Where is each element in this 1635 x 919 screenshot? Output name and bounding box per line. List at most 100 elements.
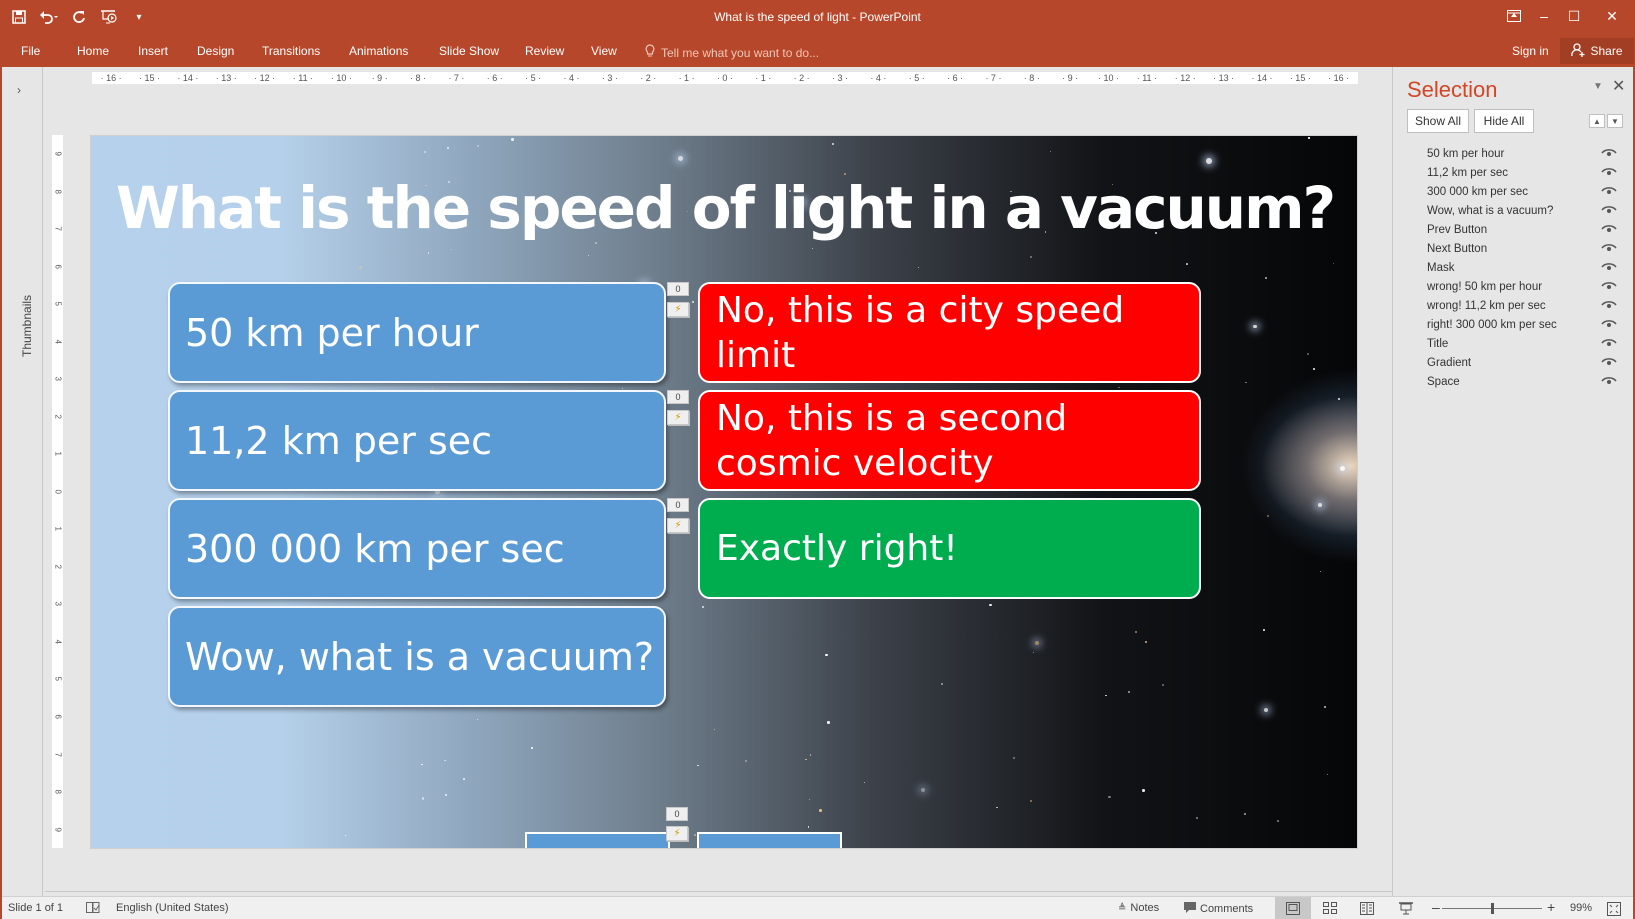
tab-home[interactable]: Home [77, 41, 109, 61]
ruler-tick-label: 6 [53, 714, 62, 719]
trigger-icon[interactable]: ⚡ [667, 518, 689, 533]
selection-list: 50 km per hour 11,2 km per sec 300 000 km … [1393, 144, 1633, 391]
fit-slide-icon[interactable] [1607, 902, 1621, 916]
visibility-eye-icon[interactable] [1601, 279, 1617, 291]
visibility-eye-icon[interactable] [1601, 374, 1617, 386]
selection-list-item[interactable]: wrong! 50 km per hour [1393, 277, 1633, 296]
selection-list-item[interactable]: 300 000 km per sec [1393, 182, 1633, 201]
close-pane-icon[interactable]: ✕ [1612, 76, 1625, 96]
bring-forward-button[interactable]: ▲ [1589, 114, 1605, 128]
reading-view-button[interactable] [1349, 897, 1385, 919]
tab-file[interactable]: File [21, 41, 40, 61]
animation-order-tag[interactable]: 0 [667, 282, 689, 296]
zoom-out-button[interactable]: – [1432, 899, 1440, 915]
visibility-eye-icon[interactable] [1601, 203, 1617, 215]
visibility-eye-icon[interactable] [1601, 336, 1617, 348]
star-decoration [692, 301, 694, 304]
zoom-in-button[interactable]: + [1547, 899, 1555, 915]
spelling-check-icon[interactable] [86, 902, 100, 914]
answer-button-2[interactable]: 11,2 km per sec [168, 390, 666, 491]
send-backward-button[interactable]: ▼ [1607, 114, 1623, 128]
star-decoration [812, 247, 814, 250]
normal-view-button[interactable] [1275, 897, 1311, 919]
selection-list-item[interactable]: Mask [1393, 258, 1633, 277]
selection-list-item[interactable]: wrong! 11,2 km per sec [1393, 296, 1633, 315]
animation-order-tag[interactable]: 0 [666, 807, 688, 821]
slide-show-view-button[interactable] [1388, 897, 1424, 919]
notes-divider[interactable] [45, 891, 1392, 892]
tab-slide-show[interactable]: Slide Show [439, 41, 499, 61]
visibility-eye-icon[interactable] [1601, 298, 1617, 310]
selection-list-item[interactable]: Wow, what is a vacuum? [1393, 201, 1633, 220]
visibility-eye-icon[interactable] [1601, 260, 1617, 272]
tab-design[interactable]: Design [197, 41, 234, 61]
close-button[interactable]: ✕ [1589, 0, 1635, 32]
slide-counter[interactable]: Slide 1 of 1 [8, 902, 63, 914]
slide-sorter-view-button[interactable] [1312, 897, 1348, 919]
answer-button-1[interactable]: 50 km per hour [168, 282, 666, 383]
animation-order-tag[interactable]: 0 [667, 390, 689, 404]
star-decoration [1317, 503, 1322, 508]
zoom-slider-thumb[interactable] [1490, 903, 1494, 914]
zoom-slider[interactable] [1442, 903, 1542, 914]
ruler-tick-label: · 4 · [870, 73, 887, 83]
tab-animations[interactable]: Animations [349, 41, 408, 61]
star-decoration [1033, 651, 1035, 654]
trigger-icon[interactable]: ⚡ [666, 826, 688, 841]
share-button[interactable]: Share [1560, 38, 1634, 64]
trigger-icon[interactable]: ⚡ [667, 410, 689, 425]
show-all-button[interactable]: Show All [1407, 109, 1469, 133]
maximize-button[interactable]: ☐ [1559, 0, 1589, 32]
tab-view[interactable]: View [591, 41, 617, 61]
star-decoration [1162, 684, 1164, 686]
feedback-right[interactable]: Exactly right! [698, 498, 1201, 599]
pane-options-icon[interactable]: ▼ [1593, 81, 1603, 92]
slide-canvas[interactable]: What is the speed of light in a vacuum? … [90, 135, 1358, 849]
tab-insert[interactable]: Insert [138, 41, 168, 61]
selection-list-item[interactable]: Space [1393, 372, 1633, 391]
thumbnails-pane-collapsed[interactable]: › Thumbnails [2, 67, 43, 896]
selection-list-item[interactable]: right! 300 000 km per sec [1393, 315, 1633, 334]
visibility-eye-icon[interactable] [1601, 355, 1617, 367]
selection-list-item[interactable]: Next Button [1393, 239, 1633, 258]
selection-list-item[interactable]: Prev Button [1393, 220, 1633, 239]
answer-button-4[interactable]: Wow, what is a vacuum? [168, 606, 666, 707]
feedback-wrong-1[interactable]: No, this is a city speed limit [698, 282, 1201, 383]
selection-list-item[interactable]: Gradient [1393, 353, 1633, 372]
selection-list-item[interactable]: 50 km per hour [1393, 144, 1633, 163]
tell-me-search[interactable]: Tell me what you want to do... [645, 44, 819, 61]
selection-item-name: 50 km per hour [1427, 147, 1505, 160]
prev-button[interactable]: << PREV [525, 832, 670, 848]
visibility-eye-icon[interactable] [1601, 146, 1617, 158]
notes-button[interactable]: ≜ Notes [1118, 902, 1159, 914]
tab-review[interactable]: Review [525, 41, 564, 61]
tab-transitions[interactable]: Transitions [262, 41, 320, 61]
animation-order-tag[interactable]: 0 [667, 498, 689, 512]
zoom-level[interactable]: 99% [1570, 902, 1592, 914]
visibility-eye-icon[interactable] [1601, 241, 1617, 253]
feedback-wrong-2[interactable]: No, this is a second cosmic velocity [698, 390, 1201, 491]
thumbnails-label: Thumbnails [20, 294, 34, 357]
slide-title[interactable]: What is the speed of light in a vacuum? [91, 174, 1357, 242]
hide-all-button[interactable]: Hide All [1474, 109, 1534, 133]
star-decoration [1308, 137, 1310, 139]
comments-button[interactable]: Comments [1184, 902, 1253, 916]
star-decoration [809, 754, 812, 756]
selection-list-item[interactable]: 11,2 km per sec [1393, 163, 1633, 182]
trigger-icon[interactable]: ⚡ [667, 302, 689, 317]
minimize-button[interactable]: – [1529, 0, 1559, 32]
answer-button-3[interactable]: 300 000 km per sec [168, 498, 666, 599]
ruler-tick-label: · 16 · [1328, 73, 1350, 83]
selection-list-item[interactable]: Title [1393, 334, 1633, 353]
language-indicator[interactable]: English (United States) [116, 902, 229, 914]
share-label: Share [1590, 44, 1623, 58]
ribbon-display-options-icon[interactable] [1499, 0, 1529, 32]
expand-thumbnails-icon[interactable]: › [17, 83, 21, 97]
ruler-tick-label: · 14 · [1251, 73, 1273, 83]
visibility-eye-icon[interactable] [1601, 222, 1617, 234]
visibility-eye-icon[interactable] [1601, 165, 1617, 177]
next-button[interactable]: NEXT >> [697, 832, 842, 848]
sign-in-link[interactable]: Sign in [1512, 44, 1549, 58]
visibility-eye-icon[interactable] [1601, 184, 1617, 196]
visibility-eye-icon[interactable] [1601, 317, 1617, 329]
